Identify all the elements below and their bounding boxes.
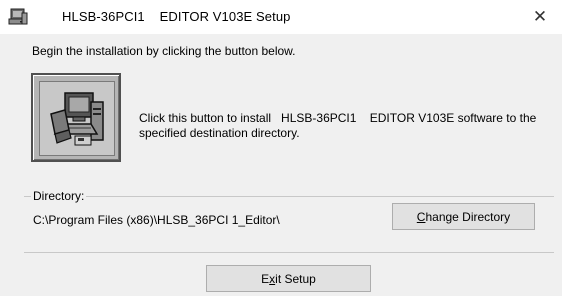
footer-divider — [24, 252, 554, 253]
title-bar[interactable]: HLSB-36PCI1 EDITOR V103E Setup ✕ — [0, 0, 562, 34]
intro-text: Begin the installation by clicking the b… — [32, 44, 296, 58]
setup-window: HLSB-36PCI1 EDITOR V103E Setup ✕ Begin t… — [0, 0, 562, 296]
exit-setup-label-start: E — [261, 271, 270, 286]
change-directory-label: hange Directory — [425, 209, 511, 224]
directory-path: C:\Program Files (x86)\HLSB_36PCI 1_Edit… — [33, 213, 280, 227]
directory-label: Directory: — [31, 189, 87, 203]
change-directory-mnemonic: C — [416, 209, 426, 224]
close-button[interactable]: ✕ — [518, 0, 562, 34]
install-description: Click this button to install HLSB-36PCI1… — [139, 111, 559, 141]
exit-setup-button[interactable]: Ex it Setup — [206, 265, 371, 292]
install-button[interactable] — [31, 73, 121, 162]
setup-computer-icon — [8, 7, 28, 27]
close-icon: ✕ — [532, 7, 548, 26]
install-description-line1: Click this button to install HLSB-36PCI1… — [139, 111, 537, 125]
window-title: HLSB-36PCI1 EDITOR V103E Setup — [62, 9, 291, 24]
install-computer-icon — [39, 81, 115, 156]
install-description-line2: specified destination directory. — [139, 126, 300, 140]
exit-setup-label-rest: it Setup — [275, 271, 316, 286]
change-directory-button[interactable]: Change Directory — [392, 203, 535, 230]
